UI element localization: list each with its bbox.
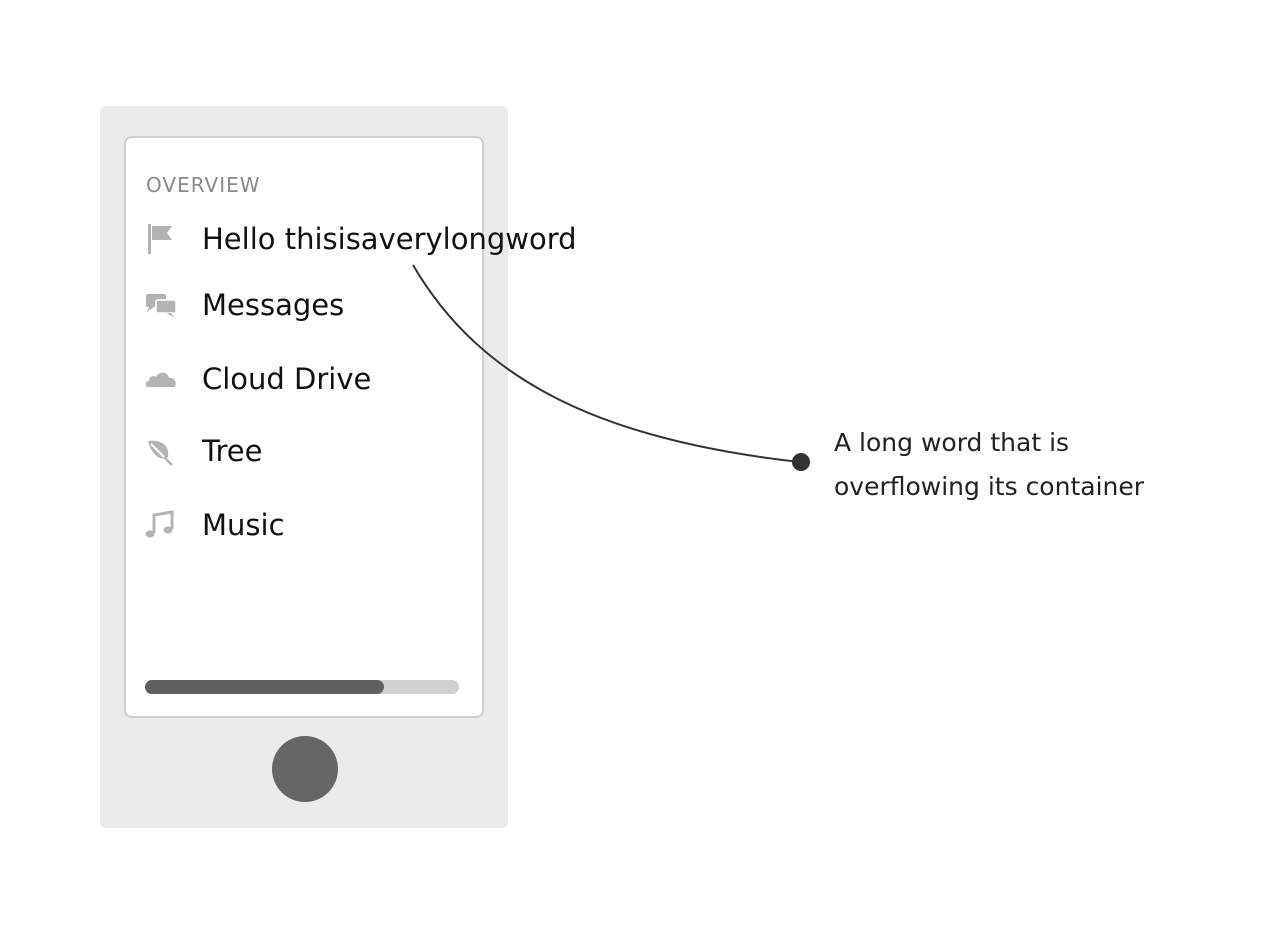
annotation-text: A long word that is overflowing its cont…: [834, 421, 1194, 509]
progress-bar: [145, 680, 459, 694]
section-label: OVERVIEW: [146, 173, 261, 197]
music-note-icon: [144, 507, 180, 543]
menu-item-label: Tree: [202, 434, 263, 468]
menu-item-hello[interactable]: Hello thisisaverylongword: [144, 219, 577, 259]
annotation-line-1: A long word that is: [834, 428, 1070, 457]
annotation-line-2: overflowing its container: [834, 472, 1145, 501]
menu-item-label: Hello thisisaverylongword: [202, 222, 577, 256]
menu-item-label: Messages: [202, 288, 345, 322]
menu-item-label: Cloud Drive: [202, 362, 372, 396]
menu-item-cloud-drive[interactable]: Cloud Drive: [144, 359, 371, 399]
flag-icon: [144, 221, 180, 257]
menu-item-label: Music: [202, 508, 285, 542]
menu-item-messages[interactable]: Messages: [144, 285, 344, 325]
chat-bubbles-icon: [144, 287, 180, 323]
progress-fill: [145, 680, 384, 694]
connector-dot: [792, 453, 810, 471]
leaf-icon: [144, 433, 180, 469]
cloud-icon: [144, 361, 180, 397]
menu-item-music[interactable]: Music: [144, 505, 285, 545]
menu-item-tree[interactable]: Tree: [144, 431, 262, 471]
home-button[interactable]: [272, 736, 338, 802]
